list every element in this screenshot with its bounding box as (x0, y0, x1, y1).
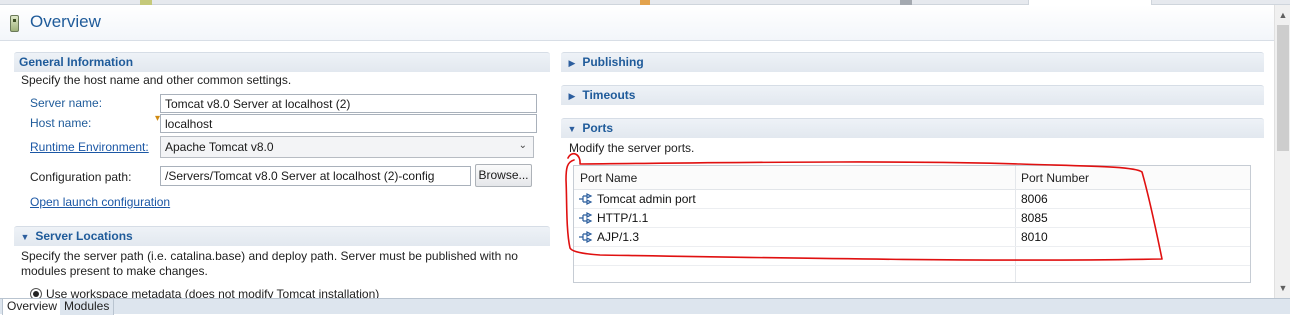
chevron-down-icon: ⌄ (518, 140, 527, 151)
port-number-cell[interactable]: 8006 (1021, 192, 1048, 206)
server-name-label: Server name: (30, 96, 103, 110)
table-row[interactable]: AJP/1.3 8010 (574, 228, 1250, 247)
ports-section-header[interactable]: ▼ Ports (561, 118, 1264, 138)
editor-header: Overview (0, 5, 1274, 41)
collapse-arrow-icon[interactable]: ▼ (18, 228, 32, 247)
editor-page-tabs: Overview Modules (0, 298, 1290, 315)
runtime-environment-value: Apache Tomcat v8.0 (165, 140, 274, 154)
port-connection-icon (579, 212, 593, 224)
open-launch-configuration-link[interactable]: Open launch configuration (30, 195, 170, 209)
browse-button[interactable]: Browse... (475, 164, 532, 187)
publishing-section-header[interactable]: ▶ Publishing (561, 52, 1264, 72)
server-locations-description-line2: modules present to make changes. (21, 264, 208, 278)
server-name-field[interactable]: Tomcat v8.0 Server at localhost (2) (160, 94, 537, 113)
port-number-column-header[interactable]: Port Number (1021, 171, 1089, 185)
scroll-down-icon[interactable]: ▼ (1275, 280, 1290, 296)
configuration-path-label: Configuration path: (30, 170, 132, 184)
table-row[interactable]: HTTP/1.1 8085 (574, 209, 1250, 228)
port-name-cell: HTTP/1.1 (597, 211, 649, 225)
port-connection-icon (579, 193, 593, 205)
server-locations-title: Server Locations (35, 229, 133, 243)
ports-description: Modify the server ports. (569, 141, 695, 155)
port-number-cell[interactable]: 8085 (1021, 211, 1048, 225)
runtime-environment-link[interactable]: Runtime Environment: (30, 140, 149, 154)
general-information-section-header[interactable]: General Information (14, 52, 550, 72)
port-name-cell: Tomcat admin port (597, 192, 696, 206)
tab-overview[interactable]: Overview (2, 299, 63, 315)
expand-arrow-icon[interactable]: ▶ (565, 87, 579, 106)
collapse-arrow-icon[interactable]: ▼ (565, 120, 579, 139)
server-locations-section-header[interactable]: ▼ Server Locations (14, 226, 550, 246)
vertical-scrollbar[interactable]: ▲ ▼ (1274, 5, 1290, 298)
timeouts-section-header[interactable]: ▶ Timeouts (561, 85, 1264, 105)
host-name-field[interactable]: localhost (160, 114, 537, 133)
ports-title: Ports (582, 121, 614, 135)
timeouts-title: Timeouts (582, 88, 636, 102)
server-locations-description-line1: Specify the server path (i.e. catalina.b… (21, 249, 518, 263)
host-name-label: Host name: (30, 116, 92, 130)
port-name-column-header[interactable]: Port Name (580, 171, 637, 185)
ports-table[interactable]: Port Name Port Number Tomcat admin port … (573, 165, 1251, 283)
scroll-up-icon[interactable]: ▲ (1275, 7, 1290, 23)
port-number-cell[interactable]: 8010 (1021, 230, 1048, 244)
server-icon (10, 15, 19, 32)
table-row[interactable]: Tomcat admin port 8006 (574, 190, 1250, 209)
tab-modules[interactable]: Modules (60, 299, 115, 315)
general-information-title: General Information (19, 55, 134, 69)
runtime-environment-select[interactable]: Apache Tomcat v8.0 ⌄ (160, 136, 534, 158)
page-title: Overview (30, 12, 101, 31)
publishing-title: Publishing (582, 55, 644, 69)
configuration-path-field: /Servers/Tomcat v8.0 Server at localhost… (160, 166, 471, 186)
expand-arrow-icon[interactable]: ▶ (565, 54, 579, 73)
port-name-cell: AJP/1.3 (597, 230, 640, 244)
port-connection-icon (579, 231, 593, 243)
ports-table-header: Port Name Port Number (574, 166, 1250, 190)
table-row-empty (574, 247, 1250, 266)
general-information-description: Specify the host name and other common s… (21, 73, 292, 87)
scrollbar-thumb[interactable] (1277, 25, 1289, 151)
